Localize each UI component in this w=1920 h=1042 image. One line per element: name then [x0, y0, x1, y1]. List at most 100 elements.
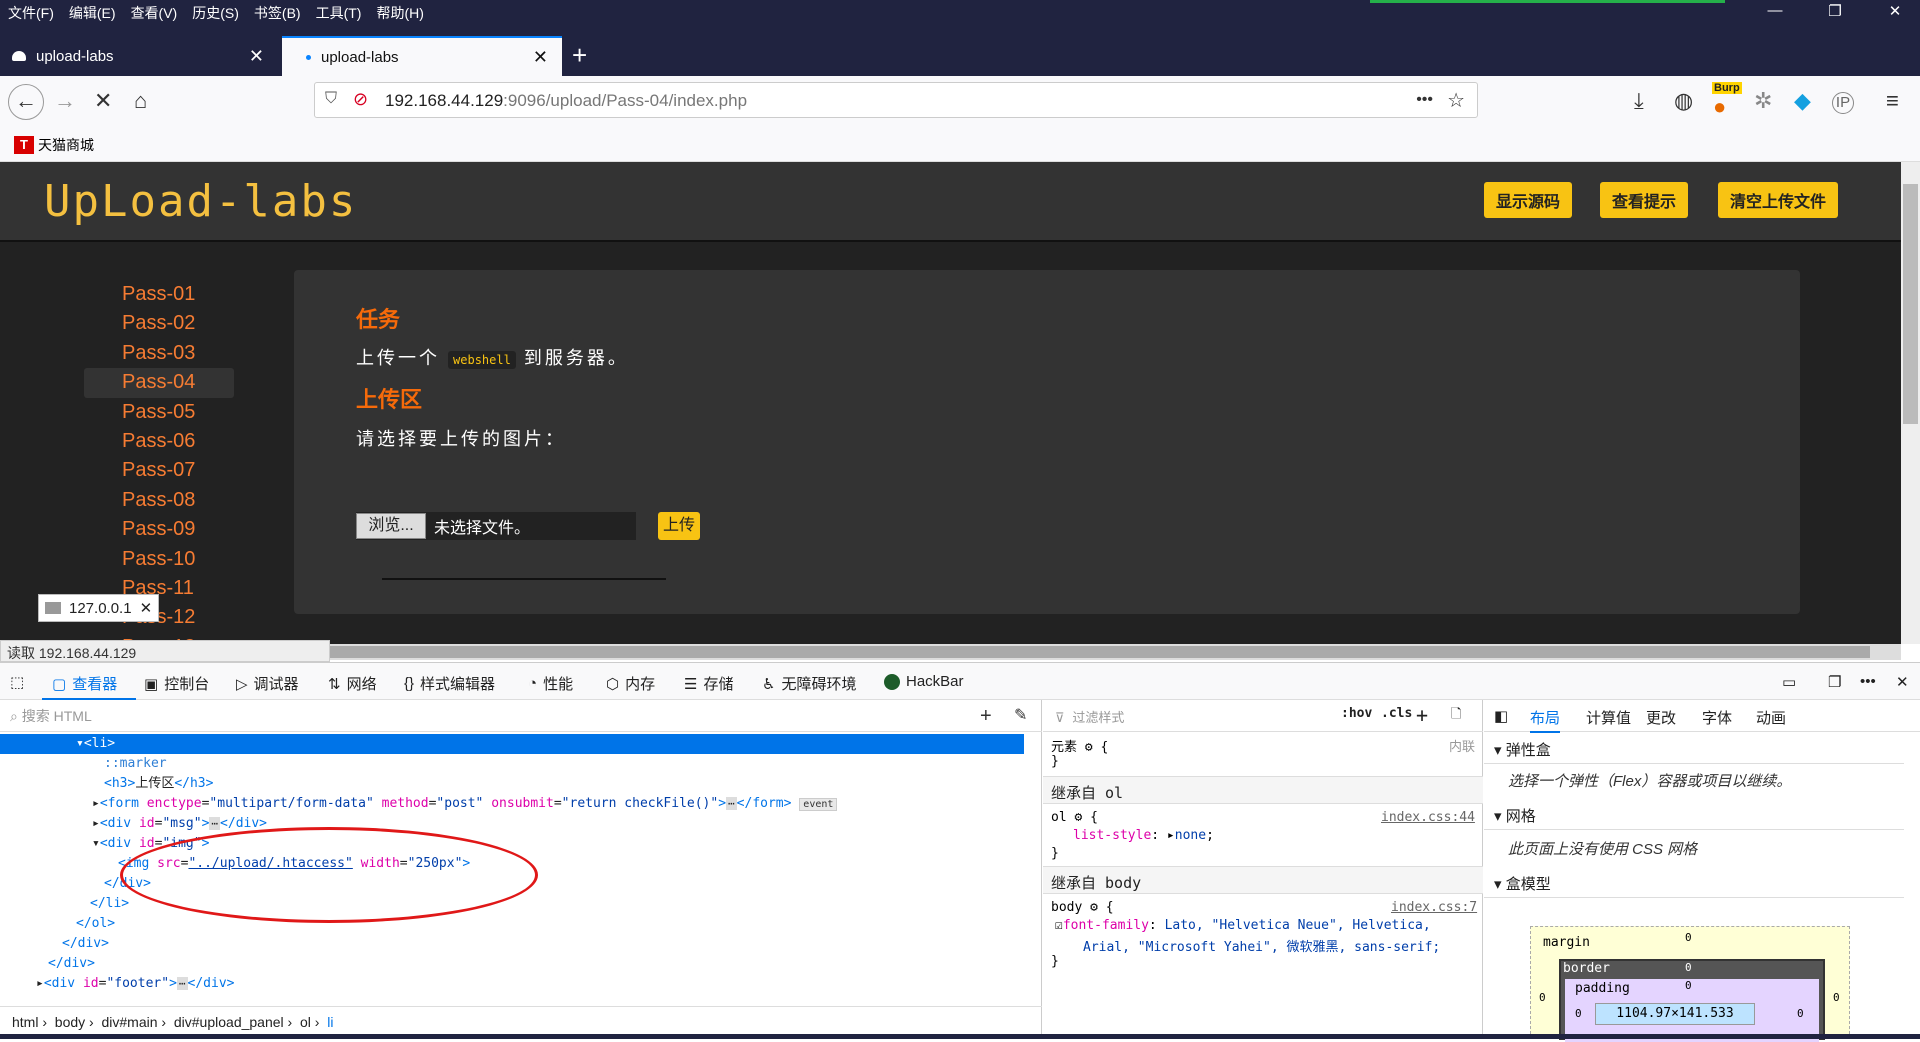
event-badge[interactable]: event [799, 798, 838, 811]
tree-node-div-footer[interactable]: ▸<div id="footer"> ⋯ </div> [0, 974, 1024, 994]
close-tab-icon[interactable]: ✕ [249, 46, 264, 67]
tree-node-div-close[interactable]: </div> [0, 954, 1024, 974]
file-input[interactable]: 浏览... 未选择文件。 [356, 512, 636, 540]
insecure-connection-icon[interactable]: ⊘ [353, 89, 368, 110]
margin-right-value[interactable]: 0 [1833, 991, 1840, 1004]
add-node-icon[interactable]: + [980, 705, 992, 728]
ol-rule[interactable]: ol ⚙ { [1051, 810, 1098, 825]
checkbox-icon[interactable]: ☑ [1055, 918, 1063, 933]
tree-node-ol-close[interactable]: </ol> [0, 914, 1024, 934]
hover-state-toggle[interactable]: :hov [1341, 706, 1372, 721]
burp-badge[interactable]: Burp [1712, 82, 1742, 94]
tab-hackbar[interactable]: HackBar [884, 673, 964, 690]
tab-style-editor[interactable]: {} 样式编辑器 [404, 673, 495, 694]
view-hint-button[interactable]: 查看提示 [1600, 182, 1688, 218]
border-top-value[interactable]: 0 [1685, 961, 1692, 974]
page-vertical-scrollbar[interactable] [1901, 162, 1920, 644]
tab-accessibility[interactable]: ♿ 无障碍环境 [762, 673, 856, 694]
forward-arrow-icon[interactable]: → [54, 88, 76, 114]
upload-button[interactable]: 上传 [658, 512, 700, 540]
minimize-button[interactable]: — [1755, 2, 1795, 19]
crumb-html[interactable]: html [12, 1014, 38, 1030]
tab-network[interactable]: ⇅ 网络 [328, 673, 377, 694]
downloads-icon[interactable]: ⤓ [1634, 88, 1644, 114]
menu-pass-04[interactable]: Pass-04 [84, 368, 234, 398]
dock-side-icon[interactable]: ▭ [1782, 673, 1796, 691]
tab-inspector[interactable]: ▢ 查看器 [52, 673, 117, 694]
html-search-input[interactable]: ⌕ 搜索 HTML + ✎ [0, 700, 1042, 732]
tab-upload-labs-2[interactable]: upload-labs ✕ [282, 36, 562, 76]
menu-bookmarks[interactable]: 书签(B) [254, 3, 301, 23]
crumb-div-upload-panel[interactable]: div#upload_panel [174, 1014, 284, 1030]
collapsed-ellipsis[interactable]: ⋯ [726, 797, 737, 810]
menu-file[interactable]: 文件(F) [8, 3, 54, 23]
box-model-section[interactable]: ▾ 盒模型 [1484, 866, 1904, 898]
margin-top-value[interactable]: 0 [1685, 931, 1692, 944]
menu-pass-02[interactable]: Pass-02 [84, 309, 234, 338]
menu-pass-10[interactable]: Pass-10 [84, 545, 234, 574]
print-media-icon[interactable]: 🗋 [1451, 705, 1461, 727]
new-tab-button[interactable]: + [572, 40, 587, 71]
menu-pass-03[interactable]: Pass-03 [84, 339, 234, 368]
burp-extension-icon[interactable]: ● [1713, 94, 1726, 120]
crumb-ol[interactable]: ol [300, 1014, 311, 1030]
rule-source[interactable]: index.css:44 [1381, 810, 1475, 825]
element-picker-icon[interactable]: ⬚ [10, 673, 24, 691]
tab-console[interactable]: ▣ 控制台 [144, 673, 209, 694]
site-info-shield-icon[interactable]: ⛉ [325, 90, 337, 108]
menu-history[interactable]: 历史(S) [192, 3, 239, 23]
tab-memory[interactable]: ⬡ 内存 [606, 673, 655, 694]
padding-right-value[interactable]: 0 [1797, 1007, 1804, 1020]
collapsed-ellipsis[interactable]: ⋯ [209, 817, 221, 830]
tree-node-div-msg[interactable]: ▸<div id="msg"> ⋯ </div> [0, 814, 1024, 834]
close-tab-icon[interactable]: ✕ [533, 47, 548, 68]
menu-view[interactable]: 查看(V) [131, 3, 178, 23]
home-icon[interactable]: ⌂ [134, 88, 147, 114]
bookmark-star-icon[interactable]: ☆ [1447, 88, 1465, 113]
menu-pass-05[interactable]: Pass-05 [84, 398, 234, 427]
show-source-button[interactable]: 显示源码 [1484, 182, 1572, 218]
scrollbar-thumb[interactable] [1903, 184, 1918, 424]
add-rule-icon[interactable]: + [1416, 703, 1428, 727]
bookmark-tmall[interactable]: T 天猫商城 [14, 135, 94, 155]
browse-button[interactable]: 浏览... [356, 513, 426, 539]
style-filter-input[interactable]: ⊽ 过滤样式 :hov .cls + 🗋 [1043, 700, 1483, 732]
grid-section[interactable]: ▾ 网格 [1484, 798, 1904, 830]
page-horizontal-scrollbar[interactable] [330, 644, 1901, 660]
tree-node-div-close[interactable]: </div> [0, 934, 1024, 954]
close-devtools-icon[interactable]: ✕ [1896, 673, 1909, 691]
devtools-more-icon[interactable]: ••• [1860, 673, 1876, 690]
page-actions-more-icon[interactable]: ••• [1416, 91, 1433, 109]
extension-puzzle-icon[interactable]: ✲ [1754, 88, 1772, 114]
collapsed-ellipsis[interactable]: ⋯ [176, 977, 188, 990]
tab-fonts[interactable]: 字体 [1702, 707, 1732, 728]
eyedropper-icon[interactable]: ✎ [1014, 705, 1027, 725]
tab-upload-labs-1[interactable]: upload-labs ✕ [0, 36, 278, 76]
close-window-button[interactable]: ✕ [1875, 2, 1915, 20]
tree-node-marker[interactable]: ::marker [0, 754, 1024, 774]
tab-animations[interactable]: 动画 [1756, 707, 1786, 728]
clear-uploads-button[interactable]: 清空上传文件 [1718, 182, 1838, 218]
tooltip-close-icon[interactable]: ✕ [140, 599, 153, 617]
menu-edit[interactable]: 编辑(E) [69, 3, 116, 23]
url-bar[interactable]: ⛉ ⊘ 192.168.44.129:9096/upload/Pass-04/i… [314, 82, 1478, 118]
padding-top-value[interactable]: 0 [1685, 979, 1692, 992]
tab-computed[interactable]: 计算值 [1586, 707, 1631, 728]
body-rule[interactable]: body ⚙ { [1051, 900, 1114, 915]
menu-pass-06[interactable]: Pass-06 [84, 427, 234, 456]
restore-button[interactable]: ❐ [1815, 2, 1855, 20]
url-text[interactable]: 192.168.44.129:9096/upload/Pass-04/index… [385, 91, 747, 111]
crumb-li[interactable]: li [327, 1014, 333, 1030]
padding-left-value[interactable]: 0 [1575, 1007, 1582, 1020]
content-size[interactable]: 1104.97×141.533 [1595, 1003, 1755, 1025]
stop-loading-icon[interactable]: ✕ [94, 88, 112, 114]
class-toggle[interactable]: .cls [1381, 706, 1412, 721]
scrollbar-thumb[interactable] [330, 646, 1870, 658]
ol-declaration[interactable]: list-style: ▸none; [1073, 828, 1214, 843]
split-console-icon[interactable]: ❐ [1828, 673, 1841, 691]
tree-node-form[interactable]: ▸<form enctype="multipart/form-data" met… [0, 794, 1024, 814]
tab-storage[interactable]: ☰ 存储 [684, 673, 733, 694]
flexbox-section[interactable]: ▾ 弹性盒 [1484, 732, 1904, 764]
tree-node-h3[interactable]: <h3>上传区</h3> [0, 774, 1024, 794]
tree-node-li[interactable]: ▾<li> [0, 734, 1024, 754]
